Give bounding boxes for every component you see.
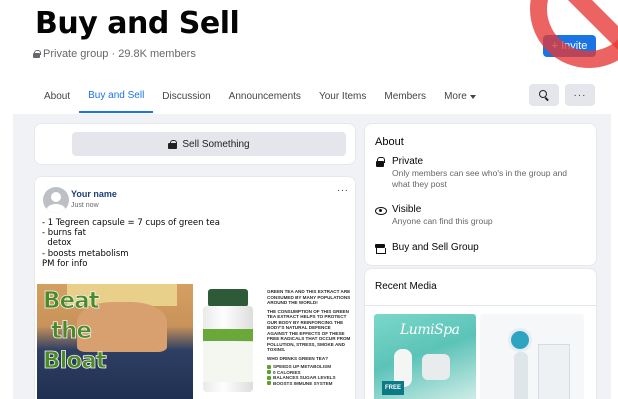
thumbnail-badge: FREE <box>382 381 404 395</box>
post-line: - burns fat <box>42 228 86 239</box>
about-item-private: Private Only members can see who's in th… <box>375 156 582 189</box>
post-line: - 1 Tegreen capsule = 7 cups of green te… <box>42 218 220 228</box>
device-shape <box>422 354 450 380</box>
post-text: - 1 Tegreen capsule = 7 cups of green te… <box>42 218 220 269</box>
store-icon <box>375 243 386 255</box>
lock-icon <box>375 157 385 169</box>
info-paragraph: GREEN TEA AND THIS EXTRACT ARE CONSUMED … <box>267 289 351 305</box>
about-item-sub: Only members can see who's in the group … <box>392 168 568 189</box>
tab-announcements[interactable]: Announcements <box>220 80 310 113</box>
post-image-bloat[interactable]: Beat the Bloat <box>37 284 193 399</box>
group-page: Buy and Sell Private group · 29.8K membe… <box>0 0 618 399</box>
image-word-the: the <box>51 318 93 345</box>
product-box-shape <box>538 344 570 399</box>
bag-icon <box>168 139 178 149</box>
about-item-heading: Buy and Sell Group <box>392 242 479 253</box>
post-author[interactable]: Your name <box>71 189 117 199</box>
group-meta-text: Private group · 29.8K members <box>43 48 196 60</box>
divider <box>365 305 596 306</box>
prohibited-icon <box>530 0 618 68</box>
tab-buy-and-sell[interactable]: Buy and Sell <box>79 80 154 113</box>
recent-media-card: Recent Media LumiSpa FREE <box>365 269 596 399</box>
post-image-bottle[interactable] <box>195 284 265 399</box>
device-body-shape <box>514 352 528 399</box>
sell-something-label: Sell Something <box>182 138 250 150</box>
bottle-label-shape <box>203 329 253 341</box>
post-card: Your name Just now ··· - 1 Tegreen capsu… <box>35 177 355 399</box>
group-tabs: About Buy and Sell Discussion Announceme… <box>35 80 485 113</box>
bottle-cap-shape <box>208 289 248 307</box>
sell-card: Sell Something <box>35 124 355 164</box>
about-card: About Private Only members can see who's… <box>365 124 596 265</box>
media-thumbnail[interactable]: LumiSpa FREE <box>374 314 476 399</box>
eye-icon <box>375 205 387 217</box>
about-item-group-type: Buy and Sell Group <box>375 242 479 255</box>
search-icon <box>539 90 549 100</box>
tab-members[interactable]: Members <box>375 80 435 113</box>
about-item-sub: Anyone can find this group <box>392 216 493 226</box>
tab-more[interactable]: More <box>435 80 485 113</box>
caret-down-icon <box>469 94 476 99</box>
recent-media-title: Recent Media <box>375 281 437 292</box>
about-item-heading: Private <box>392 156 424 167</box>
info-check: BOOSTS IMMUNE SYSTEM <box>267 381 351 387</box>
more-options-button[interactable]: ··· <box>565 84 595 106</box>
bottle-label-shape <box>203 342 253 382</box>
image-word-beat: Beat <box>43 288 100 315</box>
about-item-heading: Visible <box>392 204 422 215</box>
image-word-bloat: Bloat <box>43 348 108 375</box>
group-meta: Private group · 29.8K members <box>33 48 196 60</box>
post-line: - boosts metabolism <box>42 248 129 259</box>
tab-about[interactable]: About <box>35 80 79 113</box>
post-image-info[interactable]: GREEN TEA AND THIS EXTRACT ARE CONSUMED … <box>265 284 353 399</box>
about-item-visible: Visible Anyone can find this group <box>375 204 493 227</box>
tab-more-label: More <box>444 91 467 102</box>
info-paragraph: WHO DRINKS GREEN TEA? <box>267 355 328 361</box>
lock-icon <box>33 50 41 58</box>
tab-your-items[interactable]: Your Items <box>310 80 375 113</box>
thumbnail-text: LumiSpa <box>400 322 460 338</box>
about-title: About <box>375 136 404 148</box>
avatar[interactable] <box>43 187 69 213</box>
group-title: Buy and Sell <box>35 6 240 41</box>
sell-something-button[interactable]: Sell Something <box>72 132 346 156</box>
tab-discussion[interactable]: Discussion <box>153 80 219 113</box>
post-menu-button[interactable]: ··· <box>337 185 349 196</box>
info-paragraph: THE CONSUMPTION OF THIS GREEN TEA EXTRAC… <box>267 308 351 353</box>
media-thumbnail[interactable] <box>480 314 584 399</box>
search-button[interactable] <box>529 84 559 106</box>
post-line: PM for info <box>42 258 88 269</box>
device-head-shape <box>508 328 532 352</box>
post-time[interactable]: Just now <box>71 202 99 209</box>
post-line: detox <box>42 238 72 249</box>
